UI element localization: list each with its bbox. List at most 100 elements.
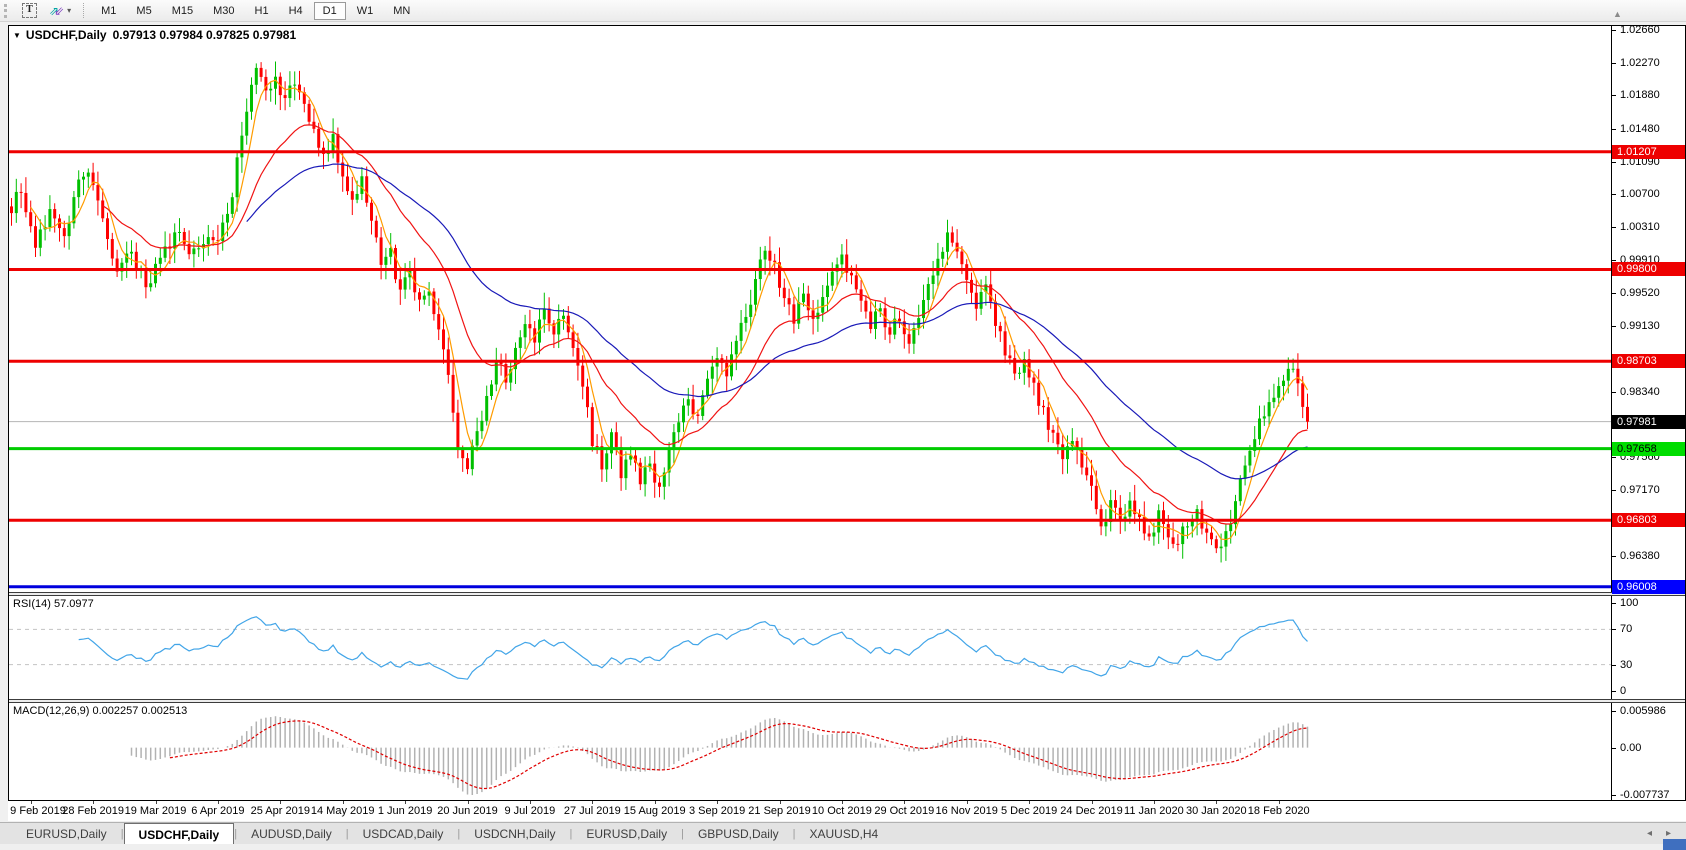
price-pane-canvas[interactable] bbox=[9, 26, 1611, 592]
date-label: 27 Jul 2019 bbox=[564, 805, 621, 817]
chevron-down-icon: ▾ bbox=[67, 6, 71, 15]
date-label: 16 Nov 2019 bbox=[935, 805, 997, 817]
timeframe-button-D1[interactable]: D1 bbox=[314, 2, 346, 20]
date-label: 24 Dec 2019 bbox=[1060, 805, 1122, 817]
pane-splitter[interactable] bbox=[9, 592, 1685, 596]
price-axis-tick: 0.97170 bbox=[1612, 483, 1660, 497]
chart-window: ▼USDCHF,Daily0.97913 0.97984 0.97825 0.9… bbox=[8, 25, 1686, 801]
price-axis-tick: 0.99130 bbox=[1612, 319, 1660, 333]
date-tick bbox=[904, 801, 905, 804]
date-tick bbox=[842, 801, 843, 804]
timeframe-button-M5[interactable]: M5 bbox=[127, 2, 160, 20]
chart-shift-marker[interactable]: ▲ bbox=[1613, 9, 1622, 19]
toolbar-drag-handle[interactable] bbox=[4, 4, 12, 18]
date-label: 21 Sep 2019 bbox=[748, 805, 810, 817]
status-bar bbox=[0, 844, 1686, 850]
chart-title: ▼USDCHF,Daily0.97913 0.97984 0.97825 0.9… bbox=[13, 28, 296, 42]
price-axis-tick: 0.99520 bbox=[1612, 286, 1660, 300]
date-label: 14 May 2019 bbox=[311, 805, 375, 817]
chart-tab-gbpusd-daily[interactable]: GBPUSD,Daily bbox=[684, 823, 793, 844]
macd-values: 0.002257 0.002513 bbox=[92, 705, 187, 717]
date-tick bbox=[717, 801, 718, 804]
date-label: 6 Apr 2019 bbox=[191, 805, 244, 817]
price-axis-tick: 1.02660 bbox=[1612, 23, 1660, 37]
date-tick bbox=[967, 801, 968, 804]
price-axis-tick: 0.98340 bbox=[1612, 385, 1660, 399]
date-tick bbox=[1216, 801, 1217, 804]
price-axis-tick: 1.01880 bbox=[1612, 88, 1660, 102]
price-axis[interactable]: 1.026601.022701.018801.014801.010901.007… bbox=[1612, 26, 1685, 592]
price-level-badge: 0.96803 bbox=[1612, 513, 1685, 527]
macd-axis-tick: 0.00 bbox=[1612, 741, 1641, 755]
price-level-badge: 0.99800 bbox=[1612, 262, 1685, 276]
tab-scroll-left-icon[interactable]: ◂ bbox=[1640, 828, 1659, 839]
macd-axis[interactable]: 0.005986 0.00 -0.007737 bbox=[1612, 703, 1685, 800]
rsi-pane-row: RSI(14) 57.0977 10070300 bbox=[9, 596, 1685, 699]
date-tick bbox=[1279, 801, 1280, 804]
timeframe-button-M15[interactable]: M15 bbox=[163, 2, 202, 20]
date-label: 19 Mar 2019 bbox=[125, 805, 187, 817]
timeframe-button-H1[interactable]: H1 bbox=[246, 2, 278, 20]
chart-tab-usdchf-daily[interactable]: USDCHF,Daily bbox=[124, 823, 235, 844]
price-level-badge: 0.98703 bbox=[1612, 354, 1685, 368]
date-label: 5 Dec 2019 bbox=[1001, 805, 1057, 817]
macd-axis-tick: 0.005986 bbox=[1612, 704, 1666, 718]
rsi-value: 57.0977 bbox=[54, 598, 94, 610]
macd-label: MACD(12,26,9) 0.002257 0.002513 bbox=[13, 705, 187, 717]
timeframe-button-W1[interactable]: W1 bbox=[348, 2, 383, 20]
date-tick bbox=[592, 801, 593, 804]
collapse-arrow-icon[interactable]: ▼ bbox=[13, 31, 21, 40]
chart-tab-eurusd-daily[interactable]: EURUSD,Daily bbox=[12, 823, 121, 844]
chart-tab-xauusd-h4[interactable]: XAUUSD,H4 bbox=[795, 823, 892, 844]
date-tick bbox=[1029, 801, 1030, 804]
price-axis-tick: 1.02270 bbox=[1612, 56, 1660, 70]
date-label: 25 Apr 2019 bbox=[251, 805, 310, 817]
date-tick bbox=[93, 801, 94, 804]
text-tool-button[interactable]: T bbox=[17, 1, 42, 20]
chart-tab-usdcad-daily[interactable]: USDCAD,Daily bbox=[349, 823, 458, 844]
date-label: 29 Oct 2019 bbox=[874, 805, 934, 817]
rsi-pane-canvas[interactable] bbox=[9, 596, 1611, 699]
chart-tab-eurusd-daily[interactable]: EURUSD,Daily bbox=[572, 823, 681, 844]
timeframe-button-MN[interactable]: MN bbox=[384, 2, 419, 20]
date-label: 11 Jan 2020 bbox=[1124, 805, 1184, 817]
date-label: 10 Oct 2019 bbox=[812, 805, 872, 817]
pane-splitter[interactable] bbox=[9, 699, 1685, 703]
timeframe-button-H4[interactable]: H4 bbox=[280, 2, 312, 20]
rsi-name: RSI(14) bbox=[13, 598, 51, 610]
arrange-button[interactable]: ⇗ ⇙ ▾ bbox=[44, 2, 76, 20]
price-axis-tick: 1.00700 bbox=[1612, 187, 1660, 201]
price-axis-tick: 1.01480 bbox=[1612, 122, 1660, 136]
tabs-container: EURUSD,Daily | USDCHF,Daily | AUDUSD,Dai… bbox=[12, 823, 892, 844]
date-tick bbox=[468, 801, 469, 804]
price-axis-tick: 1.00310 bbox=[1612, 220, 1660, 234]
macd-axis-tick: -0.007737 bbox=[1612, 788, 1670, 802]
date-label: 9 Feb 2019 bbox=[10, 805, 66, 817]
date-axis[interactable]: 9 Feb 201928 Feb 201919 Mar 2019 6 Apr 20… bbox=[8, 801, 1686, 821]
rsi-axis[interactable]: 10070300 bbox=[1612, 596, 1685, 699]
macd-pane-canvas[interactable] bbox=[9, 703, 1611, 800]
price-pane[interactable]: ▼USDCHF,Daily0.97913 0.97984 0.97825 0.9… bbox=[9, 26, 1612, 592]
date-tick bbox=[655, 801, 656, 804]
timeframe-button-group: M1M5M15M30H1H4D1W1MN bbox=[91, 2, 420, 20]
date-tick bbox=[31, 801, 32, 804]
toolbar: T ⇗ ⇙ ▾ M1M5M15M30H1H4D1W1MN bbox=[0, 0, 1686, 22]
date-label: 1 Jun 2019 bbox=[378, 805, 432, 817]
arrow-down-left-icon: ⇙ bbox=[54, 4, 64, 18]
price-pane-row: ▼USDCHF,Daily0.97913 0.97984 0.97825 0.9… bbox=[9, 26, 1685, 592]
timeframe-button-M30[interactable]: M30 bbox=[204, 2, 243, 20]
timeframe-button-M1[interactable]: M1 bbox=[92, 2, 125, 20]
rsi-axis-tick: 30 bbox=[1612, 658, 1632, 672]
chart-tab-usdcnh-daily[interactable]: USDCNH,Daily bbox=[460, 823, 569, 844]
chart-tab-bar: EURUSD,Daily | USDCHF,Daily | AUDUSD,Dai… bbox=[0, 822, 1686, 844]
price-level-badge: 0.97658 bbox=[1612, 442, 1685, 456]
date-tick bbox=[280, 801, 281, 804]
rsi-pane[interactable]: RSI(14) 57.0977 bbox=[9, 596, 1612, 699]
chart-tab-audusd-daily[interactable]: AUDUSD,Daily bbox=[237, 823, 346, 844]
macd-pane[interactable]: MACD(12,26,9) 0.002257 0.002513 bbox=[9, 703, 1612, 800]
date-tick bbox=[343, 801, 344, 804]
text-tool-icon: T bbox=[22, 3, 37, 18]
date-label: 28 Feb 2019 bbox=[62, 805, 124, 817]
price-axis-tick: 0.96380 bbox=[1612, 549, 1660, 563]
tab-scroll-right-icon[interactable]: ▸ bbox=[1659, 828, 1678, 839]
